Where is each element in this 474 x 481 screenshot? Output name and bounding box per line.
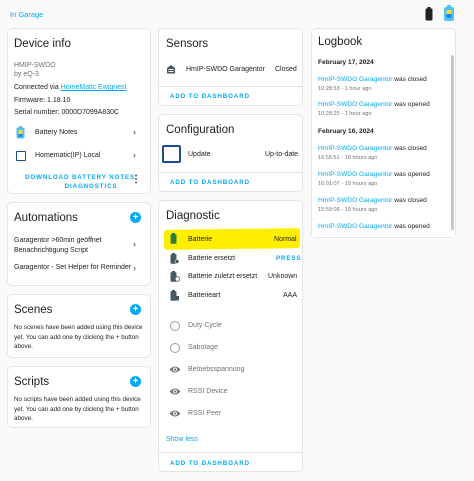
back-link[interactable]: In Garage	[10, 10, 43, 19]
eye-icon	[169, 366, 181, 373]
connected-prefix: Connected via	[14, 84, 59, 91]
diagnostic-row-state: Unknown	[268, 273, 298, 280]
logbook-entry[interactable]: HmIP-SWDO Garagentor was closed	[318, 145, 427, 152]
configuration-title: Configuration	[166, 124, 235, 136]
battery-sync-icon	[170, 253, 179, 264]
automation-item[interactable]: Garagentor - Set Helper for Reminder	[14, 264, 131, 271]
scripts-title: Scripts	[14, 376, 50, 388]
battery-icon[interactable]	[425, 7, 433, 21]
logbook-scrollbar[interactable]	[451, 55, 454, 235]
diagnostic-row-name[interactable]: Sabotage	[188, 344, 218, 351]
logbook-time: 16:55:51 - 18 hours ago	[318, 155, 378, 161]
garage-icon	[167, 65, 175, 74]
chevron-right-icon[interactable]: ›	[133, 127, 136, 137]
diagnostic-row-name[interactable]: Batterie ersetzt	[188, 255, 235, 262]
battery-notes-icon[interactable]	[443, 5, 455, 22]
logbook-time: 15:59:06 - 19 hours ago	[318, 207, 378, 213]
integration-homematic[interactable]: Homematic(IP) Local	[35, 152, 100, 159]
add-to-dashboard-button[interactable]: ADD TO DASHBOARD	[170, 93, 250, 100]
more-options-icon[interactable]: ⋮	[131, 174, 141, 185]
download-diagnostics-button[interactable]: DOWNLOAD BATTERY NOTES DIAGNOSTICS	[25, 173, 135, 191]
logbook-entry[interactable]: HmIP-SWDO Garagentor was closed	[318, 76, 427, 83]
divider	[159, 86, 302, 87]
automations-title: Automations	[14, 212, 78, 224]
press-button[interactable]: PRESS	[276, 255, 301, 262]
firmware-text: Firmware: 1.18.10	[14, 97, 71, 104]
battery-icon	[170, 233, 177, 244]
sensor-entity-state: Closed	[275, 66, 297, 73]
homematic-icon	[16, 151, 26, 161]
diagnostic-row-name[interactable]: RSSI Device	[188, 388, 228, 395]
eye-icon	[169, 388, 181, 395]
diagnostic-row-state: AAA	[283, 292, 298, 299]
add-scene-button[interactable]: +	[130, 304, 141, 315]
config-entity-name[interactable]: Update	[188, 151, 211, 158]
serial-number: Serial number: 0000D7099A830C	[14, 109, 120, 116]
config-entity-state: Up-to-date	[265, 151, 299, 158]
battery-clock-icon	[170, 271, 180, 282]
add-to-dashboard-button[interactable]: ADD TO DASHBOARD	[170, 179, 250, 186]
logbook-date: February 16, 2024	[318, 128, 374, 135]
battery-type-icon	[170, 290, 179, 301]
sensors-title: Sensors	[166, 38, 209, 50]
scenes-title: Scenes	[14, 304, 53, 316]
device-model: HMIP-SWDO	[14, 62, 56, 69]
diagnostic-title: Diagnostic	[166, 210, 220, 222]
disabled-entity-icon	[170, 343, 180, 353]
sensor-entity-name[interactable]: HmIP-SWDO Garagentor	[186, 66, 265, 73]
diagnostic-row-name[interactable]: Duty Cycle	[188, 322, 222, 329]
diagnostic-row-name[interactable]: Batterieart	[188, 292, 220, 299]
connected-link[interactable]: HomeMatic Ewignest	[61, 84, 127, 91]
logbook-title: Logbook	[318, 36, 363, 48]
logbook-entry[interactable]: HmIP-SWDO Garagentor was opened	[318, 101, 430, 108]
disabled-entity-icon	[170, 321, 180, 331]
logbook-date: February 17, 2024	[318, 59, 374, 66]
logbook-entry[interactable]: HmIP-SWDO Garagentor was closed	[318, 197, 427, 204]
add-to-dashboard-button[interactable]: ADD TO DASHBOARD	[170, 460, 250, 467]
add-script-button[interactable]: +	[130, 376, 141, 387]
scenes-empty-text: No scenes have been added using this dev…	[14, 324, 143, 350]
scripts-empty-text: No scripts have been added using this de…	[14, 396, 141, 422]
diagnostic-row-state: Normal	[274, 236, 297, 243]
top-bar: In Garage	[0, 0, 474, 28]
logbook-entry[interactable]: HmIP-SWDO Garagentor was opened	[318, 171, 430, 178]
battery-notes-icon	[16, 126, 25, 139]
logbook-entry[interactable]: HmIP-SWDO Garagentor was opened	[318, 223, 430, 230]
diagnostic-row-name[interactable]: Batterie zuletzt ersetzt	[188, 273, 257, 280]
connected-via: Connected via HomeMatic Ewignest	[14, 84, 126, 91]
logbook-time: 10:28:53 - 1 hour ago	[318, 86, 372, 92]
diagnostic-row-name[interactable]: Batterie	[188, 236, 212, 243]
logbook-time: 16:01:07 - 19 hours ago	[318, 181, 378, 187]
show-less-link[interactable]: Show less	[166, 436, 198, 443]
add-automation-button[interactable]: +	[130, 212, 141, 223]
update-icon	[162, 145, 181, 163]
divider	[159, 172, 302, 173]
divider	[159, 452, 302, 453]
diagnostic-row-name[interactable]: RSSI Peer	[188, 410, 221, 417]
chevron-right-icon[interactable]: ›	[133, 150, 136, 160]
eye-icon	[169, 410, 181, 417]
chevron-right-icon[interactable]: ›	[133, 263, 136, 273]
integration-battery-notes[interactable]: Battery Notes	[35, 129, 77, 136]
device-info-title: Device info	[14, 38, 71, 50]
chevron-right-icon[interactable]: ›	[133, 239, 136, 249]
diagnostic-row-name[interactable]: Betriebsspannung	[188, 366, 244, 373]
automation-item[interactable]: Garagentor >60min geöffnet Benachrichtig…	[14, 236, 102, 255]
logbook-fade	[312, 230, 455, 237]
logbook-time: 10:28:25 - 1 hour ago	[318, 111, 372, 117]
device-manufacturer: by eQ-3	[14, 71, 39, 78]
